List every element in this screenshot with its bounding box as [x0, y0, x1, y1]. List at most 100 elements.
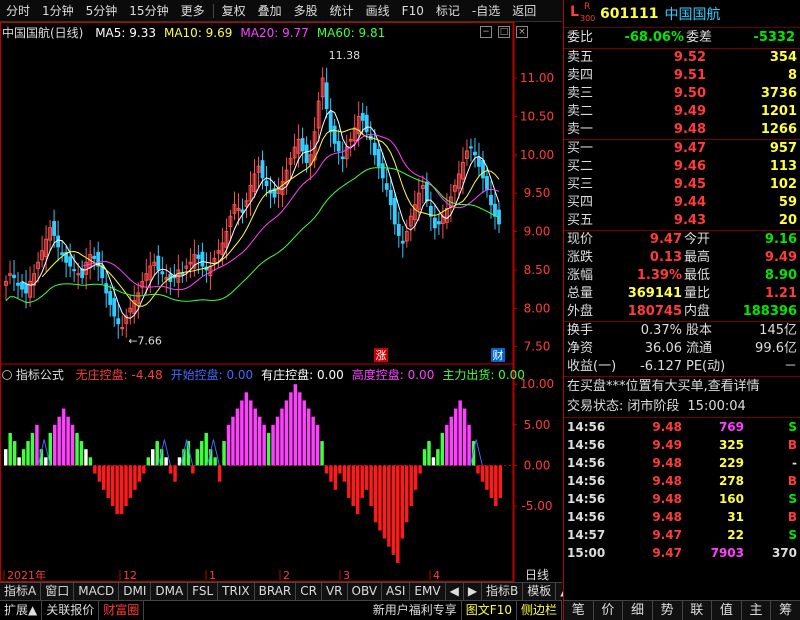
- sell-level-price: 9.51: [673, 68, 706, 83]
- sell-level-row[interactable]: 卖二 9.49 1201: [564, 103, 800, 121]
- quote-tab[interactable]: 细: [623, 601, 653, 620]
- indicator-tab[interactable]: ◀: [446, 583, 464, 600]
- status-tab[interactable]: 关联报价: [42, 601, 100, 620]
- indicator-tab[interactable]: ASI: [382, 583, 411, 600]
- stat-label: 量比: [684, 286, 711, 301]
- toolbar-action-4[interactable]: 画线: [360, 2, 396, 19]
- indicator-bar: [213, 457, 217, 466]
- indicator-bar: [110, 465, 115, 507]
- period-tab-2[interactable]: 5分钟: [80, 2, 124, 19]
- indicator-bar: [498, 465, 502, 498]
- restore-icon[interactable]: □: [498, 26, 510, 38]
- tick-side: B: [787, 438, 797, 452]
- indicator-bar: [240, 400, 244, 466]
- toolbar-action-3[interactable]: 统计: [324, 2, 360, 19]
- indicator-bar: [378, 465, 382, 531]
- indicator-tab[interactable]: CR: [296, 583, 322, 600]
- status-tab[interactable]: 侧边栏: [517, 601, 562, 620]
- sell-level-row[interactable]: 卖三 9.50 3736: [564, 85, 800, 103]
- indicator-bar: [351, 465, 355, 507]
- status-tab[interactable]: 图文F10: [462, 601, 517, 620]
- buy-level-volume: 957: [769, 141, 797, 156]
- quote-tab[interactable]: 势: [653, 601, 683, 620]
- indicator-bar: [489, 465, 494, 498]
- price-chart[interactable]: 11.0010.5010.009.509.008.508.007.5011.38…: [0, 22, 562, 582]
- buy-level-row[interactable]: 买一 9.47 957: [564, 140, 800, 158]
- indicator-title[interactable]: 指标公式: [16, 368, 64, 382]
- period-tab-0[interactable]: 分时: [0, 2, 36, 19]
- indicator-bar: [462, 408, 467, 466]
- status-tab[interactable]: 扩展▲: [0, 601, 43, 620]
- buy-level-row[interactable]: 买四 9.44 59: [564, 194, 800, 212]
- toolbar-action-5[interactable]: F10: [396, 4, 430, 18]
- buy-level-label: 买一: [567, 141, 594, 156]
- toolbar-action-8[interactable]: 返回: [506, 2, 542, 19]
- indicator-tab[interactable]: TRIX: [218, 583, 255, 600]
- indicator-bar: [387, 465, 391, 547]
- indicator-tab[interactable]: FSL: [188, 583, 219, 600]
- sell-level-row[interactable]: 卖一 9.48 1266: [564, 121, 800, 139]
- indicator-settings-icon[interactable]: [2, 370, 12, 380]
- indicator-tab[interactable]: 窗口: [41, 583, 75, 600]
- indicator-bar: [128, 465, 133, 498]
- toolbar-action-2[interactable]: 多股: [288, 2, 324, 19]
- toolbar-action-0[interactable]: 复权: [216, 2, 252, 19]
- market-flag: L R 300: [564, 0, 600, 28]
- candle-body: [60, 252, 65, 256]
- tick-volume: 229: [718, 456, 744, 470]
- indicator-tab[interactable]: MACD: [74, 583, 120, 600]
- tick-volume: 769: [718, 420, 744, 434]
- indicator-tab[interactable]: DMA: [151, 583, 189, 600]
- quote-tab[interactable]: 值: [712, 601, 742, 620]
- period-tab-3[interactable]: 15分钟: [123, 2, 174, 19]
- toolbar-action-7[interactable]: -自选: [466, 2, 506, 19]
- event-badge-zhang: 涨: [374, 348, 388, 362]
- quote-tab[interactable]: 筹: [771, 601, 800, 620]
- quote-tab[interactable]: 联: [683, 601, 713, 620]
- sell-level-row[interactable]: 卖四 9.51 8: [564, 67, 800, 85]
- toolbar-action-1[interactable]: 叠加: [252, 2, 288, 19]
- notice-text[interactable]: 在买盘***位置有大买单,查看详情: [564, 378, 760, 396]
- candle-body: [72, 269, 77, 272]
- quote-tab[interactable]: 主: [742, 601, 772, 620]
- indicator-tab[interactable]: VR: [322, 583, 348, 600]
- close-icon[interactable]: ×: [516, 26, 528, 38]
- indicator-tab[interactable]: 模板: [523, 583, 557, 600]
- buy-level-row[interactable]: 买二 9.46 113: [564, 158, 800, 176]
- candle-body: [336, 141, 341, 152]
- indicator-bar: [338, 465, 342, 474]
- stock-name: 中国国航: [664, 6, 721, 23]
- period-tab-4[interactable]: 更多: [175, 2, 211, 19]
- indicator-bar: [253, 408, 257, 466]
- buy-level-row[interactable]: 买三 9.45 102: [564, 176, 800, 194]
- toolbar-action-6[interactable]: 标记: [430, 2, 466, 19]
- notice-row[interactable]: 在买盘***位置有大买单,查看详情: [564, 377, 800, 397]
- candle-body: [300, 138, 305, 152]
- period-tab-1[interactable]: 1分钟: [36, 2, 80, 19]
- indicator-bar: [26, 441, 30, 466]
- indicator-tab[interactable]: OBV: [348, 583, 383, 600]
- buy-level-row[interactable]: 买五 9.43 20: [564, 212, 800, 230]
- flag-r: R: [584, 1, 591, 12]
- quote-tab[interactable]: 价: [594, 601, 624, 620]
- status-tab[interactable]: 新用户福利专享: [369, 601, 462, 620]
- indicator-bar: [137, 465, 142, 482]
- candle-body: [384, 183, 389, 190]
- indicator-tab[interactable]: DMI: [119, 583, 152, 600]
- indicator-bar: [485, 465, 489, 490]
- indicator-bar: [151, 449, 155, 466]
- stat-label: 总量: [567, 286, 594, 301]
- candle-body: [324, 82, 329, 110]
- status-tab[interactable]: 财富圈: [99, 601, 145, 620]
- quote-tab[interactable]: 笔: [564, 601, 594, 620]
- buy-level-label: 买三: [567, 177, 594, 192]
- sell-level-row[interactable]: 卖五 9.52 354: [564, 49, 800, 67]
- minimize-icon[interactable]: −: [480, 26, 492, 38]
- indicator-tab[interactable]: 指标B: [482, 583, 524, 600]
- indicator-tab[interactable]: 指标A: [0, 583, 42, 600]
- indicator-bar: [17, 457, 21, 466]
- indicator-tab[interactable]: BRAR: [255, 583, 297, 600]
- tick-row: 14:57 9.47 22 S: [564, 526, 800, 544]
- indicator-tab[interactable]: ▶: [464, 583, 483, 600]
- indicator-tab[interactable]: EMV: [410, 583, 446, 600]
